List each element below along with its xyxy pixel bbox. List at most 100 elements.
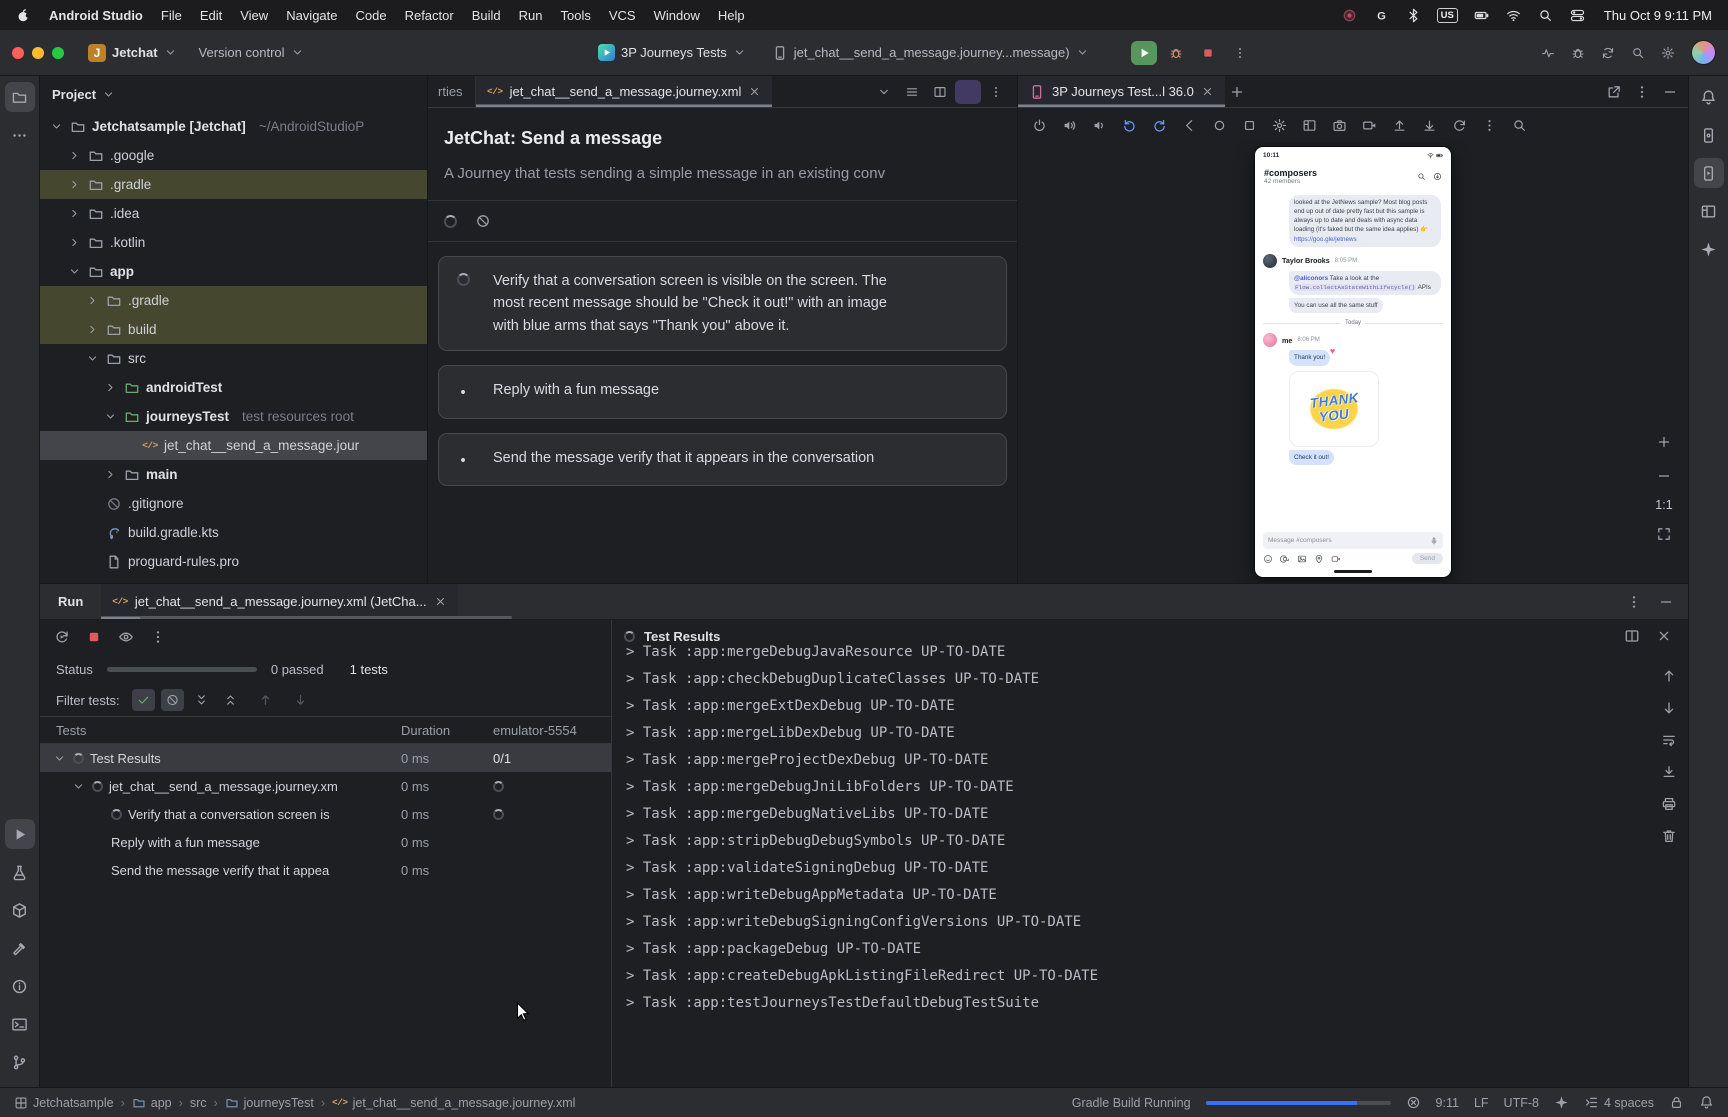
column-duration[interactable]: Duration bbox=[401, 723, 493, 738]
stop-icon[interactable] bbox=[82, 625, 106, 649]
more-horizontal-icon[interactable] bbox=[5, 120, 35, 150]
arrow-down-icon[interactable] bbox=[289, 689, 312, 711]
chevron-right-icon[interactable] bbox=[66, 207, 82, 220]
back-icon[interactable] bbox=[1176, 113, 1203, 138]
test-row-verify-that-a-conversation-screen-is[interactable]: Verify that a conversation screen is0 ms bbox=[40, 800, 611, 828]
scroll-to-end-icon[interactable] bbox=[1657, 760, 1681, 784]
arrow-up-icon[interactable] bbox=[254, 689, 277, 711]
journey-step-card[interactable]: Verify that a conversation screen is vis… bbox=[438, 256, 1007, 351]
menu-edit[interactable]: Edit bbox=[200, 8, 222, 23]
close-icon[interactable] bbox=[434, 595, 447, 608]
screen-record-icon[interactable] bbox=[1356, 113, 1383, 138]
print-icon[interactable] bbox=[1657, 792, 1681, 816]
run-icon[interactable] bbox=[5, 819, 35, 849]
tree-item-buildscripts[interactable]: buildscripts bbox=[40, 576, 427, 583]
battery-icon[interactable] bbox=[1473, 7, 1490, 24]
location-icon[interactable] bbox=[1314, 554, 1324, 564]
menu-tools[interactable]: Tools bbox=[561, 8, 591, 23]
breadcrumb-jetchatsample[interactable]: Jetchatsample bbox=[14, 1096, 114, 1110]
gemini-icon[interactable] bbox=[1694, 234, 1724, 264]
display-mode-icon[interactable] bbox=[1296, 113, 1323, 138]
chevron-right-icon[interactable] bbox=[84, 323, 100, 336]
emoji-icon[interactable] bbox=[1263, 554, 1273, 564]
more-vertical-icon[interactable] bbox=[983, 80, 1009, 104]
test-row-jet-chat-send-a-message-journey-xm[interactable]: jet_chat__send_a_message.journey.xm0 ms bbox=[40, 772, 611, 800]
search-everywhere-icon[interactable] bbox=[1625, 41, 1651, 65]
breadcrumb-jet-chat-send-a-message-journey-xml[interactable]: </>jet_chat__send_a_message.journey.xml bbox=[332, 1096, 575, 1110]
device-selector[interactable]: jet_chat__send_a_message.journey...messa… bbox=[766, 41, 1095, 65]
chevron-down-icon[interactable] bbox=[84, 352, 100, 365]
scroll-up-icon[interactable] bbox=[1657, 664, 1681, 688]
tree-item-jet-chat-send-a-message-jour[interactable]: </>jet_chat__send_a_message.jour bbox=[40, 431, 427, 460]
bug-report-icon[interactable] bbox=[1565, 41, 1591, 65]
cancel-build-button[interactable] bbox=[1406, 1095, 1421, 1110]
image-icon[interactable] bbox=[1297, 554, 1307, 564]
zoom-in-button[interactable] bbox=[1652, 430, 1676, 454]
scroll-down-icon[interactable] bbox=[1657, 696, 1681, 720]
menu-help[interactable]: Help bbox=[718, 8, 745, 23]
volume-down-icon[interactable] bbox=[1086, 113, 1113, 138]
minimize-icon[interactable] bbox=[1654, 590, 1678, 614]
user-avatar[interactable] bbox=[1691, 40, 1716, 65]
chevron-right-icon[interactable] bbox=[84, 294, 100, 307]
column-device[interactable]: emulator-5554 bbox=[493, 723, 611, 738]
gradle-status[interactable]: Gradle Build Running bbox=[1072, 1096, 1191, 1110]
notifications-icon[interactable] bbox=[1699, 1095, 1714, 1110]
indent-widget[interactable]: 4 spaces bbox=[1584, 1095, 1654, 1110]
ban-icon[interactable] bbox=[471, 209, 495, 233]
services-icon[interactable] bbox=[5, 857, 35, 887]
journey-step-card[interactable]: •Reply with a fun message bbox=[438, 365, 1007, 418]
chevron-right-icon[interactable] bbox=[102, 468, 118, 481]
tree-item-google[interactable]: .google bbox=[40, 141, 427, 170]
journey-step-card[interactable]: •Send the message verify that it appears… bbox=[438, 433, 1007, 486]
tree-item-jetchatsample-jetchat[interactable]: Jetchatsample [Jetchat]~/AndroidStudioP bbox=[40, 112, 427, 141]
device-mirror-screen[interactable]: 10:11 #composers 42 members bbox=[1255, 147, 1451, 577]
chevron-down-icon[interactable] bbox=[66, 265, 82, 278]
chevron-down-icon[interactable] bbox=[71, 780, 86, 793]
mention-icon[interactable] bbox=[1280, 554, 1290, 564]
video-icon[interactable] bbox=[1331, 554, 1341, 564]
tree-item-idea[interactable]: .idea bbox=[40, 199, 427, 228]
collapse-all-icon[interactable] bbox=[219, 689, 242, 711]
message-input[interactable]: Message #composers bbox=[1263, 532, 1443, 549]
home-icon[interactable] bbox=[1206, 113, 1233, 138]
sync-icon[interactable] bbox=[1595, 41, 1621, 65]
layout-inspector-icon[interactable] bbox=[1694, 196, 1724, 226]
check-icon[interactable] bbox=[132, 689, 155, 711]
line-separator[interactable]: LF bbox=[1474, 1096, 1489, 1110]
chevron-down-icon[interactable] bbox=[102, 410, 118, 423]
zoom-level[interactable]: 1:1 bbox=[1655, 498, 1672, 512]
rerun-icon[interactable] bbox=[50, 625, 74, 649]
menu-navigate[interactable]: Navigate bbox=[286, 8, 337, 23]
download-icon[interactable] bbox=[1416, 113, 1443, 138]
lock-icon[interactable] bbox=[1669, 1095, 1684, 1110]
horizontal-scrollbar[interactable] bbox=[140, 616, 512, 619]
chevron-right-icon[interactable] bbox=[66, 236, 82, 249]
menu-view[interactable]: View bbox=[240, 8, 268, 23]
search-icon[interactable] bbox=[1537, 7, 1554, 24]
record-icon[interactable] bbox=[1341, 7, 1358, 24]
tree-item-gitignore[interactable]: .gitignore bbox=[40, 489, 427, 518]
keyboard-input-icon[interactable]: US bbox=[1437, 8, 1458, 23]
wifi-icon[interactable] bbox=[1505, 7, 1522, 24]
chevron-right-icon[interactable] bbox=[66, 149, 82, 162]
more-vertical-icon[interactable] bbox=[1622, 590, 1646, 614]
more-vertical-icon[interactable] bbox=[1476, 113, 1503, 138]
gemini-status-icon[interactable] bbox=[1554, 1095, 1569, 1110]
device-tab[interactable]: 3P Journeys Test...l 36.0 bbox=[1018, 76, 1225, 107]
build-icon[interactable] bbox=[5, 933, 35, 963]
zoom-fit-button[interactable] bbox=[1652, 522, 1676, 546]
tree-item-androidtest[interactable]: androidTest bbox=[40, 373, 427, 402]
console-output[interactable]: > Task :app:mergeDebugJavaResource UP-TO… bbox=[612, 639, 1650, 1087]
close-icon[interactable] bbox=[1652, 624, 1676, 648]
menu-code[interactable]: Code bbox=[356, 8, 387, 23]
mic-icon[interactable] bbox=[1430, 537, 1438, 545]
breadcrumb-app[interactable]: app bbox=[132, 1096, 172, 1110]
split-icon[interactable] bbox=[927, 80, 953, 104]
chevron-down-icon[interactable] bbox=[48, 120, 64, 133]
menu-app-name[interactable]: Android Studio bbox=[49, 8, 143, 23]
menu-run[interactable]: Run bbox=[519, 8, 543, 23]
vcs-widget[interactable]: Version control bbox=[193, 41, 310, 64]
menu-window[interactable]: Window bbox=[654, 8, 700, 23]
project-panel-header[interactable]: Project bbox=[40, 76, 427, 112]
